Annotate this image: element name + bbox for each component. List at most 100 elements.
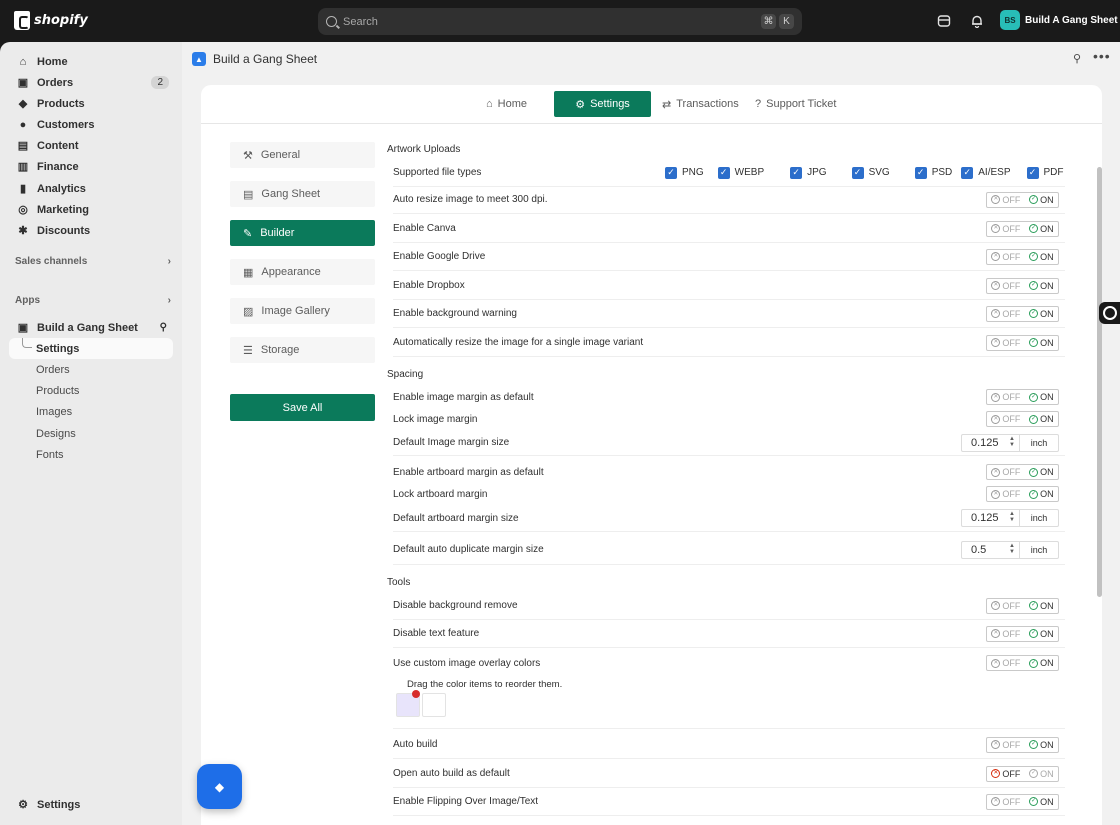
app-icon: ▣ bbox=[17, 322, 29, 334]
nav-content[interactable]: ▤ Content bbox=[9, 135, 173, 156]
check-circle-icon: ✓ bbox=[1029, 338, 1039, 347]
side-tab-image-gallery[interactable]: ▨ Image Gallery bbox=[230, 298, 375, 324]
toggle-custom-overlay-colors[interactable]: ✕ OFF ✓ ON bbox=[986, 655, 1059, 671]
nav-discounts[interactable]: ✱ Discounts bbox=[9, 220, 173, 241]
sub-nav-products[interactable]: Products bbox=[36, 385, 79, 397]
chat-launcher-button[interactable]: ◆ bbox=[197, 764, 242, 809]
side-tab-appearance[interactable]: ▦ Appearance bbox=[230, 259, 375, 285]
toggle-artboard-margin-default[interactable]: ✕ OFF ✓ ON bbox=[986, 464, 1059, 480]
checkbox-webp[interactable]: ✓ WEBP bbox=[717, 166, 764, 179]
side-tab-general[interactable]: ⚒ General bbox=[230, 142, 375, 168]
nav-home[interactable]: ⌂ Home bbox=[9, 51, 173, 72]
nav-customers[interactable]: ● Customers bbox=[9, 114, 173, 135]
toggle-auto-build[interactable]: ✕ OFF ✓ ON bbox=[986, 736, 1059, 753]
side-tab-storage[interactable]: ☰ Storage bbox=[230, 337, 375, 363]
scrollbar[interactable] bbox=[1097, 167, 1102, 597]
app-logo-icon: ◆ bbox=[214, 779, 225, 794]
checkbox-ai-esp[interactable]: ✓ AI/ESP bbox=[961, 166, 1011, 179]
row-disable-text-feature: Disable text feature ✕ OFF ✓ ON bbox=[393, 620, 1065, 648]
toggle-lock-artboard-margin[interactable]: ✕ OFF ✓ ON bbox=[986, 486, 1059, 502]
toggle-lock-image-margin[interactable]: ✕ OFF ✓ ON bbox=[986, 411, 1059, 427]
stepper-arrows-icon[interactable]: ▲ ▼ bbox=[1009, 543, 1015, 555]
stepper-arrows-icon[interactable]: ▲ ▼ bbox=[1009, 436, 1015, 448]
toggle-enable-dropbox[interactable]: ✕ OFF ✓ ON bbox=[986, 277, 1059, 294]
bell-icon[interactable] bbox=[968, 12, 986, 30]
add-color-swatch[interactable] bbox=[422, 693, 446, 717]
toggle-auto-resize-300dpi[interactable]: ✕ OFF ✓ ON bbox=[986, 191, 1059, 208]
toggle-background-warning[interactable]: ✕ OFF ✓ ON bbox=[986, 305, 1059, 322]
sub-nav-designs[interactable]: Designs bbox=[36, 428, 76, 440]
section-title-tools: Tools bbox=[387, 577, 411, 588]
checkbox-jpg[interactable]: ✓ JPG bbox=[790, 166, 827, 179]
checkbox-svg[interactable]: ✓ SVG bbox=[851, 166, 890, 179]
sub-nav-images[interactable]: Images bbox=[36, 406, 72, 418]
apps-header[interactable]: Apps › bbox=[15, 295, 171, 306]
sub-nav-fonts[interactable]: Fonts bbox=[36, 449, 64, 461]
nav-marketing[interactable]: ◎ Marketing bbox=[9, 199, 173, 220]
stepper-arrows-icon[interactable]: ▲ ▼ bbox=[1009, 511, 1015, 523]
row-default-artboard-margin: Default artboard margin size 0.125 ▲ ▼ inc… bbox=[393, 505, 1065, 532]
pin-icon[interactable]: ⚲ bbox=[1073, 52, 1081, 65]
grid-icon: ▦ bbox=[243, 266, 254, 279]
check-circle-icon: ✓ bbox=[1029, 392, 1039, 402]
toggle-enable-flipping[interactable]: ✕ OFF ✓ ON bbox=[986, 793, 1059, 810]
sub-nav-orders[interactable]: Orders bbox=[36, 364, 70, 376]
checkbox-pdf[interactable]: ✓ PDF bbox=[1026, 166, 1064, 179]
cmd-key-hint: ⌘ bbox=[761, 14, 776, 29]
row-default-image-margin: Default Image margin size 0.125 ▲ ▼ inch bbox=[393, 430, 1065, 456]
x-circle-icon: ✕ bbox=[991, 414, 1001, 424]
section-title-spacing: Spacing bbox=[387, 369, 424, 380]
x-circle-icon: ✕ bbox=[991, 309, 1001, 318]
content-icon: ▤ bbox=[17, 140, 29, 152]
toggle-image-margin-default[interactable]: ✕ OFF ✓ ON bbox=[986, 389, 1059, 405]
nav-finance[interactable]: ▥ Finance bbox=[9, 156, 173, 177]
row-enable-google-drive: Enable Google Drive ✕ OFF ✓ ON bbox=[393, 243, 1065, 271]
nav-products[interactable]: ◆ Products bbox=[9, 93, 173, 114]
discount-icon: ✱ bbox=[18, 225, 28, 237]
accessibility-widget-icon[interactable] bbox=[1099, 302, 1120, 324]
nav-orders[interactable]: ▣ Orders 2 bbox=[9, 72, 173, 93]
artboard-margin-stepper[interactable]: 0.125 ▲ ▼ inch bbox=[961, 509, 1059, 527]
check-circle-icon: ✓ bbox=[1029, 601, 1039, 610]
row-lock-image-margin: Lock image margin ✕ OFF ✓ ON bbox=[393, 408, 1065, 430]
nav-analytics[interactable]: ▮ Analytics bbox=[9, 178, 173, 199]
shopify-bag-icon bbox=[14, 11, 30, 30]
search-input[interactable]: Search ⌘ K bbox=[318, 8, 802, 35]
toggle-enable-canva[interactable]: ✕ OFF ✓ ON bbox=[986, 220, 1059, 237]
store-switch-icon[interactable] bbox=[935, 12, 953, 30]
auto-duplicate-margin-stepper[interactable]: 0.5 ▲ ▼ inch bbox=[961, 540, 1059, 559]
image-margin-stepper[interactable]: 0.125 ▲ ▼ inch bbox=[961, 433, 1059, 452]
sidebar: ⌂ Home ▣ Orders 2 ◆ Products ● Customers ▤ Co… bbox=[0, 42, 182, 825]
checkbox-psd[interactable]: ✓ PSD bbox=[914, 166, 952, 179]
toggle-disable-bg-remove[interactable]: ✕ OFF ✓ ON bbox=[986, 597, 1059, 614]
orders-icon: ▣ bbox=[17, 77, 29, 89]
toggle-open-auto-build[interactable]: ✕ OFF ✓ ON bbox=[986, 765, 1059, 782]
pin-icon[interactable]: ⚲ bbox=[160, 322, 167, 333]
x-circle-icon: ✕ bbox=[991, 338, 1001, 347]
save-all-button[interactable]: Save All bbox=[230, 394, 375, 421]
nav-settings[interactable]: ⚙ Settings bbox=[9, 794, 173, 815]
toggle-enable-google-drive[interactable]: ✕ OFF ✓ ON bbox=[986, 248, 1059, 265]
x-circle-icon: ✕ bbox=[991, 740, 1001, 749]
checkbox-png[interactable]: ✓ PNG bbox=[665, 166, 704, 179]
shopify-logo[interactable]: shopify bbox=[14, 11, 88, 30]
drag-reorder-hint: Drag the color items to reorder them. bbox=[407, 679, 563, 690]
store-menu[interactable]: BS Build A Gang Sheet bbox=[1000, 10, 1118, 30]
x-circle-icon: ✕ bbox=[991, 601, 1001, 610]
x-circle-icon: ✕ bbox=[991, 658, 1001, 668]
side-tab-gang-sheet[interactable]: ▤ Gang Sheet bbox=[230, 181, 375, 207]
toggle-auto-resize-single-variant[interactable]: ✕ OFF ✓ ON bbox=[986, 334, 1059, 351]
remove-color-dot[interactable] bbox=[412, 690, 420, 698]
sub-nav-settings[interactable]: Settings bbox=[36, 343, 79, 355]
divider bbox=[393, 728, 1065, 729]
side-tab-builder[interactable]: ✎ Builder bbox=[230, 220, 375, 246]
row-enable-flipping: Enable Flipping Over Image/Text ✕ OFF ✓ ON bbox=[393, 788, 1065, 816]
image-icon: ▨ bbox=[243, 305, 254, 318]
check-circle-icon: ✓ bbox=[1029, 467, 1039, 477]
toggle-disable-text-feature[interactable]: ✕ OFF ✓ ON bbox=[986, 625, 1059, 642]
nav-app-build-gang-sheet[interactable]: ▣ Build a Gang Sheet ⚲ bbox=[9, 317, 173, 338]
row-auto-build: Auto build ✕ OFF ✓ ON bbox=[393, 731, 1065, 759]
more-options-icon[interactable]: ••• bbox=[1093, 48, 1111, 64]
sales-channels-header[interactable]: Sales channels › bbox=[15, 256, 171, 267]
row-auto-duplicate-margin: Default auto duplicate margin size 0.5 ▲ ▼… bbox=[393, 535, 1065, 565]
